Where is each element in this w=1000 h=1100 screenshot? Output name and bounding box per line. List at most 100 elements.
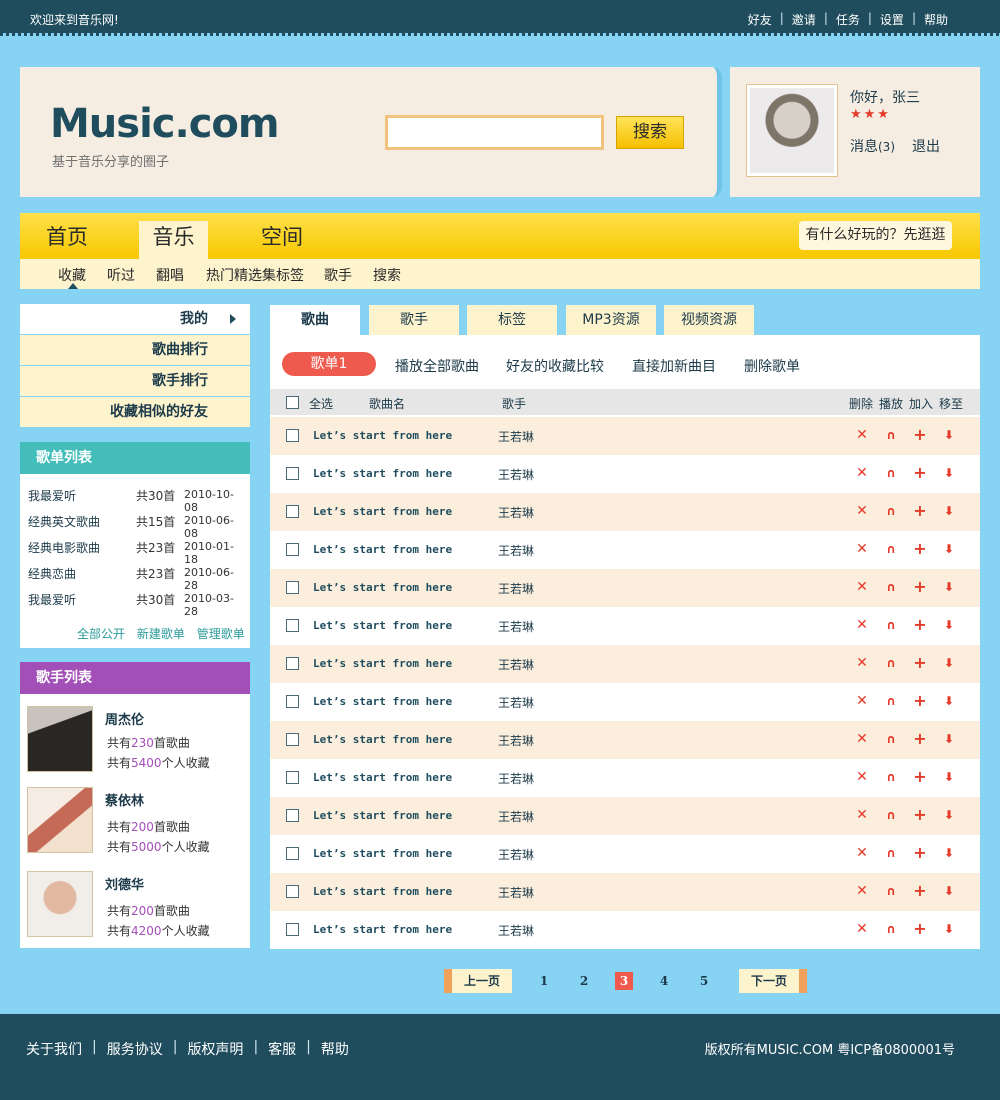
close-icon[interactable]: ✕ — [855, 731, 869, 747]
plus-icon[interactable]: + — [913, 617, 927, 633]
row-checkbox[interactable] — [286, 581, 299, 594]
close-icon[interactable]: ✕ — [855, 655, 869, 671]
plus-icon[interactable]: + — [913, 503, 927, 519]
new-playlist-link[interactable]: 新建歌单 — [137, 627, 185, 641]
headphones-icon[interactable]: ∩ — [884, 883, 898, 899]
row-checkbox[interactable] — [286, 885, 299, 898]
headphones-icon[interactable]: ∩ — [884, 617, 898, 633]
next-page-button[interactable]: 下一页 — [739, 969, 807, 993]
logout-link[interactable]: 退出 — [912, 136, 940, 156]
headphones-icon[interactable]: ∩ — [884, 655, 898, 671]
plus-icon[interactable]: + — [913, 693, 927, 709]
page-link[interactable]: 4 — [655, 969, 673, 993]
subnav-item-search[interactable]: 搜索 — [373, 265, 401, 285]
plus-icon[interactable]: + — [913, 921, 927, 937]
download-icon[interactable]: ⬇ — [942, 541, 956, 557]
song-artist[interactable]: 王若琳 — [498, 466, 534, 483]
download-icon[interactable]: ⬇ — [942, 769, 956, 785]
page-link[interactable]: 5 — [695, 969, 713, 993]
download-icon[interactable]: ⬇ — [942, 427, 956, 443]
top-link-friends[interactable]: 好友 — [748, 11, 772, 28]
headphones-icon[interactable]: ∩ — [884, 731, 898, 747]
download-icon[interactable]: ⬇ — [942, 503, 956, 519]
plus-icon[interactable]: + — [913, 541, 927, 557]
site-logo[interactable]: Music.com — [50, 101, 280, 147]
row-checkbox[interactable] — [286, 809, 299, 822]
footer-link-about[interactable]: 关于我们 — [26, 1039, 82, 1059]
song-title[interactable]: Let’s start from here — [313, 771, 452, 784]
row-checkbox[interactable] — [286, 771, 299, 784]
plus-icon[interactable]: + — [913, 655, 927, 671]
subnav-item-hot-tags[interactable]: 热门精选集标签 — [206, 265, 304, 285]
song-artist[interactable]: 王若琳 — [498, 504, 534, 521]
headphones-icon[interactable]: ∩ — [884, 769, 898, 785]
row-checkbox[interactable] — [286, 657, 299, 670]
headphones-icon[interactable]: ∩ — [884, 541, 898, 557]
page-link[interactable]: 2 — [575, 969, 593, 993]
footer-link-support[interactable]: 客服 — [268, 1039, 296, 1059]
subnav-item-covers[interactable]: 翻唱 — [156, 265, 184, 285]
download-icon[interactable]: ⬇ — [942, 693, 956, 709]
plus-icon[interactable]: + — [913, 579, 927, 595]
page-link[interactable]: 1 — [535, 969, 553, 993]
sidebar-item-singer-rank[interactable]: 歌手排行 — [20, 366, 250, 396]
close-icon[interactable]: ✕ — [855, 845, 869, 861]
song-title[interactable]: Let’s start from here — [313, 923, 452, 936]
song-title[interactable]: Let’s start from here — [313, 505, 452, 518]
headphones-icon[interactable]: ∩ — [884, 921, 898, 937]
top-link-help[interactable]: 帮助 — [924, 11, 948, 28]
search-button[interactable]: 搜索 — [616, 116, 684, 149]
headphones-icon[interactable]: ∩ — [884, 807, 898, 823]
make-all-public-link[interactable]: 全部公开 — [77, 627, 125, 641]
search-input[interactable] — [385, 115, 604, 150]
top-link-invite[interactable]: 邀请 — [792, 11, 816, 28]
messages-link[interactable]: 消息(3) — [850, 136, 895, 156]
headphones-icon[interactable]: ∩ — [884, 693, 898, 709]
song-artist[interactable]: 王若琳 — [498, 542, 534, 559]
plus-icon[interactable]: + — [913, 883, 927, 899]
song-artist[interactable]: 王若琳 — [498, 922, 534, 939]
plus-icon[interactable]: + — [913, 807, 927, 823]
plus-icon[interactable]: + — [913, 769, 927, 785]
close-icon[interactable]: ✕ — [855, 693, 869, 709]
row-checkbox[interactable] — [286, 733, 299, 746]
download-icon[interactable]: ⬇ — [942, 731, 956, 747]
close-icon[interactable]: ✕ — [855, 503, 869, 519]
footer-link-help[interactable]: 帮助 — [321, 1039, 349, 1059]
footer-link-copyright[interactable]: 版权声明 — [187, 1039, 243, 1059]
song-title[interactable]: Let’s start from here — [313, 429, 452, 442]
close-icon[interactable]: ✕ — [855, 883, 869, 899]
tab-video-resources[interactable]: 视频资源 — [664, 305, 754, 335]
tab-mp3-resources[interactable]: MP3资源 — [566, 305, 656, 335]
headphones-icon[interactable]: ∩ — [884, 579, 898, 595]
row-checkbox[interactable] — [286, 619, 299, 632]
close-icon[interactable]: ✕ — [855, 617, 869, 633]
subnav-item-favorites[interactable]: 收藏 — [58, 265, 86, 285]
close-icon[interactable]: ✕ — [855, 579, 869, 595]
compare-friends-link[interactable]: 好友的收藏比较 — [506, 356, 604, 376]
song-artist[interactable]: 王若琳 — [498, 732, 534, 749]
close-icon[interactable]: ✕ — [855, 921, 869, 937]
close-icon[interactable]: ✕ — [855, 769, 869, 785]
download-icon[interactable]: ⬇ — [942, 617, 956, 633]
singer-name[interactable]: 蔡依林 — [105, 790, 144, 809]
delete-playlist-link[interactable]: 删除歌单 — [744, 356, 800, 376]
song-artist[interactable]: 王若琳 — [498, 770, 534, 787]
row-checkbox[interactable] — [286, 695, 299, 708]
song-artist[interactable]: 王若琳 — [498, 694, 534, 711]
top-link-tasks[interactable]: 任务 — [836, 11, 860, 28]
download-icon[interactable]: ⬇ — [942, 465, 956, 481]
headphones-icon[interactable]: ∩ — [884, 465, 898, 481]
song-title[interactable]: Let’s start from here — [313, 695, 452, 708]
download-icon[interactable]: ⬇ — [942, 845, 956, 861]
footer-link-terms[interactable]: 服务协议 — [107, 1039, 163, 1059]
sidebar-item-similar-friends[interactable]: 收藏相似的好友 — [20, 397, 250, 427]
top-link-settings[interactable]: 设置 — [880, 11, 904, 28]
song-artist[interactable]: 王若琳 — [498, 656, 534, 673]
play-all-link[interactable]: 播放全部歌曲 — [395, 356, 479, 376]
prev-page-button[interactable]: 上一页 — [444, 969, 512, 993]
row-checkbox[interactable] — [286, 847, 299, 860]
song-artist[interactable]: 王若琳 — [498, 618, 534, 635]
headphones-icon[interactable]: ∩ — [884, 503, 898, 519]
select-all-checkbox[interactable] — [286, 396, 299, 409]
